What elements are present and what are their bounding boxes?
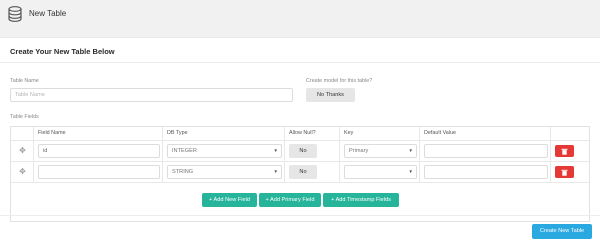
divider xyxy=(0,215,600,216)
caret-down-icon: ▼ xyxy=(273,169,278,174)
create-new-table-button[interactable]: Create New Table xyxy=(532,224,592,239)
card-title: Create Your New Table Below xyxy=(10,47,115,56)
key-select[interactable]: Primary ▼ xyxy=(344,144,417,158)
default-value-input[interactable] xyxy=(424,165,548,179)
column-divider xyxy=(284,127,285,183)
add-timestamp-fields-button[interactable]: + Add Timestamp Fields xyxy=(323,193,399,207)
key-value: Primary xyxy=(349,148,369,154)
column-divider xyxy=(339,127,340,183)
db-type-value: STRING xyxy=(172,169,194,175)
column-divider xyxy=(162,127,163,183)
create-table-card: Create Your New Table Below Table Name T… xyxy=(0,37,600,250)
page-title: New Table xyxy=(29,9,67,18)
delete-row-button[interactable] xyxy=(555,166,574,178)
row-divider xyxy=(11,182,589,183)
allow-null-toggle[interactable]: No xyxy=(289,165,317,179)
field-name-input[interactable]: id xyxy=(38,144,160,158)
row-divider xyxy=(11,140,589,141)
db-type-select[interactable]: STRING ▼ xyxy=(167,165,282,179)
column-divider xyxy=(419,127,420,183)
add-primary-field-button[interactable]: + Add Primary Field xyxy=(259,193,321,207)
caret-down-icon: ▼ xyxy=(408,148,413,153)
field-name-input[interactable] xyxy=(38,165,160,179)
column-header-field-name: Field Name xyxy=(38,130,66,136)
allow-null-toggle[interactable]: No xyxy=(289,144,317,158)
create-model-label: Create model for this table? xyxy=(306,78,373,84)
drag-handle-icon[interactable]: ✥ xyxy=(18,146,27,155)
fields-table: Field Name DB Type Allow Null? Key Defau… xyxy=(10,126,590,222)
page-header: New Table xyxy=(0,0,600,28)
table-name-label: Table Name xyxy=(10,78,39,84)
column-divider xyxy=(550,127,551,183)
column-header-key: Key xyxy=(344,130,354,136)
row-divider xyxy=(11,161,589,162)
db-type-select[interactable]: INTEGER ▼ xyxy=(167,144,282,158)
database-icon xyxy=(8,6,22,22)
table-fields-label: Table Fields xyxy=(10,114,39,120)
table-name-input[interactable]: Table Name xyxy=(10,88,293,102)
default-value-input[interactable] xyxy=(424,144,548,158)
trash-icon xyxy=(561,148,568,155)
no-thanks-button[interactable]: No Thanks xyxy=(306,88,355,102)
caret-down-icon: ▼ xyxy=(408,169,413,174)
db-type-value: INTEGER xyxy=(172,148,197,154)
column-header-db-type: DB Type xyxy=(167,130,188,136)
drag-handle-icon[interactable]: ✥ xyxy=(18,167,27,176)
delete-row-button[interactable] xyxy=(555,145,574,157)
trash-icon xyxy=(561,169,568,176)
add-new-field-button[interactable]: + Add New Field xyxy=(202,193,257,207)
column-header-default-value: Default Value xyxy=(424,130,456,136)
caret-down-icon: ▼ xyxy=(273,148,278,153)
divider xyxy=(0,62,600,63)
column-header-allow-null: Allow Null? xyxy=(289,130,316,136)
key-select[interactable]: ▼ xyxy=(344,165,417,179)
column-divider xyxy=(33,127,34,183)
